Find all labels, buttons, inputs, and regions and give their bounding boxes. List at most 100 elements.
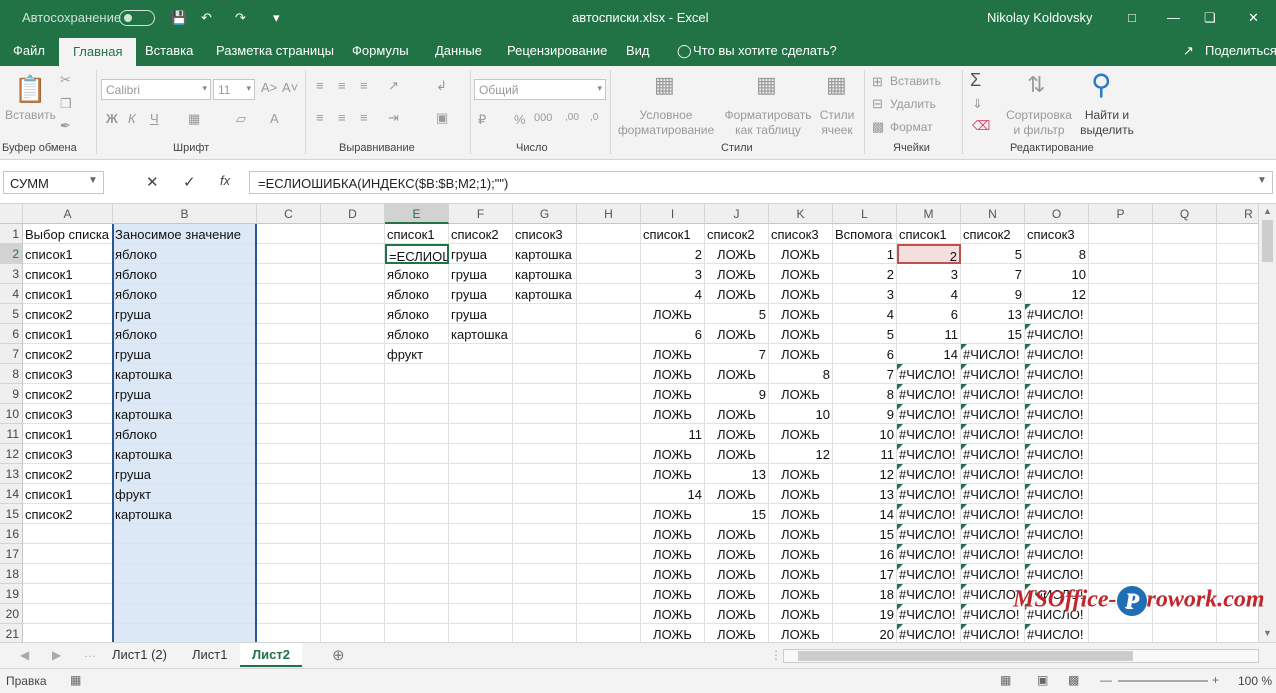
cell[interactable] [513,404,577,424]
row-header[interactable]: 18 [0,564,23,584]
cell[interactable]: #ЧИСЛО! [1025,424,1089,444]
cell[interactable]: #ЧИСЛО! [1025,484,1089,504]
cell[interactable] [513,484,577,504]
font-size-select[interactable]: 11 [213,79,255,100]
column-header[interactable]: L [833,204,897,224]
row-header[interactable]: 21 [0,624,23,642]
cell[interactable] [1217,244,1258,264]
cell[interactable]: 2 [833,264,897,284]
cell[interactable]: 10 [833,424,897,444]
row-header[interactable]: 14 [0,484,23,504]
cell[interactable] [23,604,113,624]
cell[interactable] [577,424,641,444]
cell[interactable] [513,584,577,604]
cell[interactable] [23,544,113,564]
merge-icon[interactable]: ▣ [436,110,448,126]
cell[interactable] [1153,484,1217,504]
column-header[interactable]: R [1217,204,1258,224]
cell[interactable]: 7 [961,264,1025,284]
cell[interactable]: яблоко [113,264,257,284]
cell[interactable] [1217,424,1258,444]
cell[interactable] [321,284,385,304]
cell[interactable]: 12 [769,444,833,464]
column-header[interactable]: B [113,204,257,224]
cell[interactable] [321,364,385,384]
cell[interactable]: 2 [641,244,705,264]
cell[interactable] [321,224,385,244]
cell[interactable]: 8 [769,364,833,384]
cell[interactable]: #ЧИСЛО! [961,364,1025,384]
underline-button[interactable]: Ч [150,111,159,126]
cell[interactable] [577,404,641,424]
cell[interactable] [577,244,641,264]
cell[interactable] [321,344,385,364]
row-header[interactable]: 1 [0,224,23,244]
cell[interactable]: груша [449,244,513,264]
prev-sheet-icon[interactable]: ◀ [20,648,29,662]
cell[interactable] [321,244,385,264]
cell-styles-button[interactable]: Стили ячеек [814,108,860,138]
cell[interactable] [321,564,385,584]
cell[interactable] [577,304,641,324]
cell[interactable] [321,264,385,284]
cell[interactable]: ЛОЖЬ [769,524,833,544]
cell[interactable]: ЛОЖЬ [641,624,705,642]
cell[interactable]: #ЧИСЛО! [1025,464,1089,484]
cell[interactable]: ЛОЖЬ [705,284,769,304]
cell[interactable]: #ЧИСЛО! [961,544,1025,564]
cell[interactable]: груша [113,464,257,484]
more-sheets-icon[interactable]: … [84,646,96,660]
cell[interactable] [257,504,321,524]
cell[interactable]: 4 [833,304,897,324]
cell[interactable] [321,324,385,344]
cell[interactable] [257,324,321,344]
format-cells-button[interactable]: Формат [890,120,933,135]
zoom-out-icon[interactable]: — [1100,673,1112,687]
customize-qat-icon[interactable]: ▾ [273,10,280,26]
cell[interactable] [321,604,385,624]
user-name[interactable]: Nikolay Koldovsky [987,10,1093,25]
cell[interactable] [113,524,257,544]
cell[interactable]: яблоко [385,324,449,344]
name-box-dropdown-icon[interactable]: ▼ [88,175,98,186]
cell[interactable] [1089,524,1153,544]
cell[interactable] [1153,304,1217,324]
cell[interactable]: 8 [833,384,897,404]
cell[interactable]: 6 [641,324,705,344]
cell[interactable] [513,384,577,404]
fill-icon[interactable]: ⇓ [972,96,983,112]
find-select-button[interactable]: Найти и выделить [1078,108,1136,138]
column-header[interactable]: P [1089,204,1153,224]
cell[interactable]: ЛОЖЬ [641,564,705,584]
cell[interactable]: ЛОЖЬ [705,324,769,344]
row-header[interactable]: 3 [0,264,23,284]
cell[interactable]: ЛОЖЬ [641,604,705,624]
undo-icon[interactable]: ↶ [201,10,212,26]
cell[interactable]: 8 [1025,244,1089,264]
cell[interactable]: 5 [705,304,769,324]
cell[interactable] [321,304,385,324]
cell[interactable] [449,564,513,584]
cell[interactable] [1089,444,1153,464]
cell[interactable]: ЛОЖЬ [641,584,705,604]
column-header[interactable]: A [23,204,113,224]
row-header[interactable]: 6 [0,324,23,344]
horizontal-scrollbar[interactable] [783,649,1259,663]
cell[interactable] [1089,624,1153,642]
tab-home[interactable]: Главная [59,38,137,66]
cell[interactable] [449,344,513,364]
cell[interactable] [321,384,385,404]
cell[interactable]: 15 [705,504,769,524]
align-right-icon[interactable]: ≡ [360,110,368,125]
cell[interactable] [1217,384,1258,404]
cell[interactable]: ЛОЖЬ [705,484,769,504]
cell[interactable]: #ЧИСЛО! [897,384,961,404]
cell[interactable] [321,424,385,444]
cell[interactable]: 18 [833,584,897,604]
cell[interactable] [1217,224,1258,244]
cell[interactable] [1217,504,1258,524]
cell[interactable]: ЛОЖЬ [769,604,833,624]
cell[interactable] [23,564,113,584]
cell[interactable] [257,344,321,364]
hscroll-options-icon[interactable]: ⋮ [770,648,782,662]
